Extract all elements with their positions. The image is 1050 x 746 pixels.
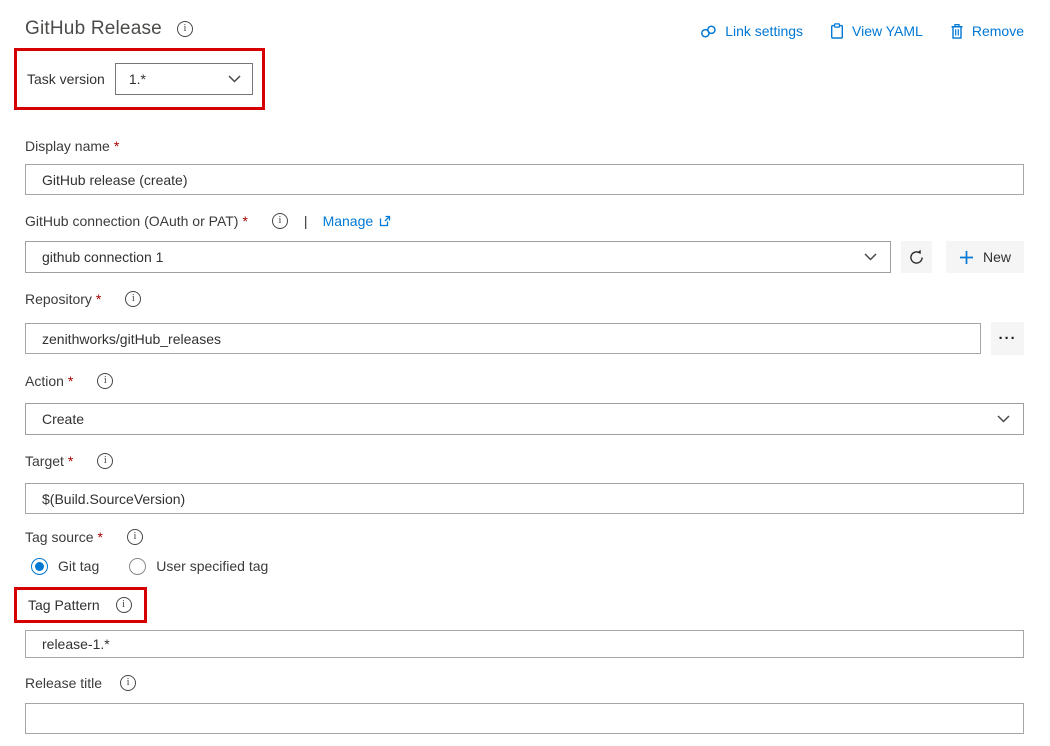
link-settings-button[interactable]: Link settings	[700, 23, 803, 39]
more-options-icon	[999, 330, 1017, 347]
repository-label: Repository	[25, 291, 92, 307]
repository-info-icon[interactable]	[125, 291, 141, 307]
label-separator: |	[304, 213, 308, 229]
display-name-field: Display name *	[25, 136, 1024, 195]
manage-link-label: Manage	[323, 213, 374, 229]
remove-label: Remove	[972, 23, 1024, 39]
user-specified-tag-radio-option[interactable]: User specified tag	[129, 558, 268, 575]
tag-pattern-highlight-box: Tag Pattern	[14, 587, 147, 623]
more-options-button[interactable]	[991, 322, 1024, 355]
view-yaml-label: View YAML	[852, 23, 923, 39]
github-connection-label: GitHub connection (OAuth or PAT)	[25, 213, 238, 229]
git-tag-label: Git tag	[58, 558, 99, 574]
github-connection-required: *	[242, 213, 247, 229]
header-actions: Link settings View YAML Remove	[700, 18, 1024, 39]
target-label: Target	[25, 453, 64, 469]
external-link-icon	[379, 215, 391, 227]
task-version-highlight-box: Task version 1.*	[14, 48, 265, 110]
display-name-label: Display name	[25, 138, 110, 154]
chevron-down-icon	[864, 253, 877, 261]
new-button-label: New	[983, 249, 1011, 265]
task-version-value: 1.*	[129, 71, 146, 87]
repository-field: Repository *	[25, 289, 1024, 355]
tag-source-options: Git tag User specified tag	[25, 557, 1024, 575]
github-connection-select[interactable]: github connection 1	[25, 241, 891, 273]
tag-source-info-icon[interactable]	[127, 529, 143, 545]
task-version-label: Task version	[27, 71, 105, 87]
link-settings-label: Link settings	[725, 23, 803, 39]
github-connection-info-icon[interactable]	[272, 213, 288, 229]
display-name-input[interactable]	[25, 164, 1024, 195]
display-name-required: *	[114, 138, 119, 154]
plus-icon	[959, 250, 974, 265]
target-field: Target *	[25, 451, 1024, 514]
user-specified-tag-radio[interactable]	[129, 558, 146, 575]
git-tag-radio-option[interactable]: Git tag	[31, 558, 99, 575]
refresh-icon	[908, 249, 925, 266]
link-icon	[700, 24, 717, 39]
tag-pattern-field: Tag Pattern	[25, 575, 1024, 658]
trash-icon	[950, 23, 964, 39]
task-version-select[interactable]: 1.*	[115, 63, 253, 95]
user-specified-tag-label: User specified tag	[156, 558, 268, 574]
repository-input[interactable]	[25, 323, 981, 354]
tag-pattern-info-icon[interactable]	[116, 597, 132, 613]
chevron-down-icon	[997, 415, 1010, 423]
clipboard-icon	[830, 23, 844, 39]
action-label: Action	[25, 373, 64, 389]
manage-link[interactable]: Manage	[323, 213, 392, 229]
tag-source-required: *	[97, 529, 102, 545]
action-field: Action * Create	[25, 371, 1024, 435]
action-info-icon[interactable]	[97, 373, 113, 389]
github-connection-value: github connection 1	[42, 249, 163, 265]
action-required: *	[68, 373, 73, 389]
repository-required: *	[96, 291, 101, 307]
target-input[interactable]	[25, 483, 1024, 514]
git-tag-radio[interactable]	[31, 558, 48, 575]
remove-button[interactable]: Remove	[950, 23, 1024, 39]
title-info-icon[interactable]	[177, 21, 193, 37]
release-title-info-icon[interactable]	[120, 675, 136, 691]
action-select[interactable]: Create	[25, 403, 1024, 435]
refresh-button[interactable]	[901, 241, 932, 273]
target-info-icon[interactable]	[97, 453, 113, 469]
tag-pattern-input[interactable]	[25, 630, 1024, 658]
github-release-task-panel: GitHub Release Link settings View YAML	[0, 0, 1050, 746]
page-title: GitHub Release	[25, 18, 162, 40]
tag-pattern-label: Tag Pattern	[28, 597, 100, 613]
release-title-input[interactable]	[25, 703, 1024, 734]
tag-source-field: Tag source * Git tag User specified tag	[25, 527, 1024, 575]
panel-header: GitHub Release Link settings View YAML	[25, 18, 1024, 40]
view-yaml-button[interactable]: View YAML	[830, 23, 923, 39]
tag-source-label: Tag source	[25, 529, 93, 545]
github-connection-field: GitHub connection (OAuth or PAT) * | Man…	[25, 211, 1024, 273]
release-title-field: Release title	[25, 673, 1024, 734]
action-value: Create	[42, 411, 84, 427]
target-required: *	[68, 453, 73, 469]
release-title-label: Release title	[25, 675, 102, 691]
new-button[interactable]: New	[946, 241, 1024, 273]
chevron-down-icon	[228, 75, 241, 83]
